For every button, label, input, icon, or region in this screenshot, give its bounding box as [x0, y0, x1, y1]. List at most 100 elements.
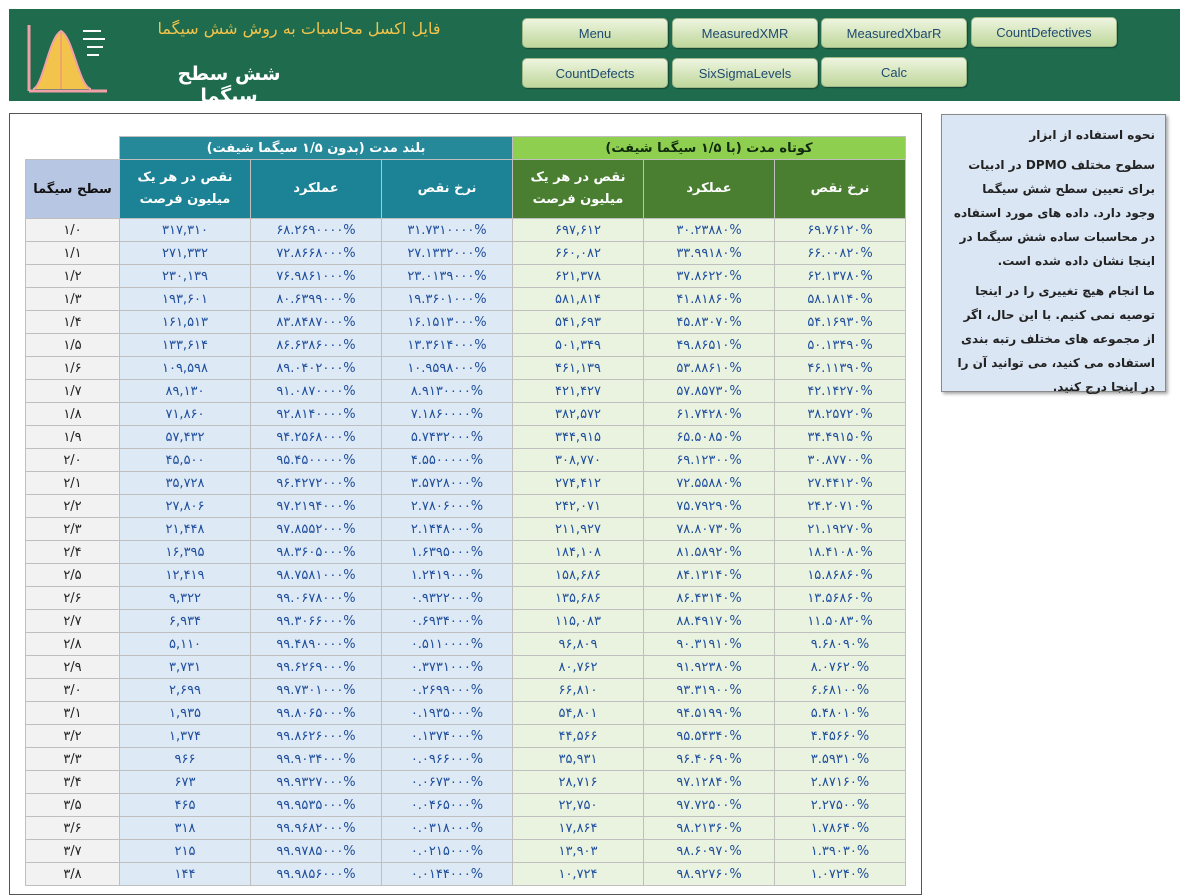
long-defect-rate-cell[interactable]: ۰.۱۹۳۵۰۰۰% — [381, 701, 513, 725]
short-performance-cell[interactable]: ۹۱.۹۲۳۸۰% — [643, 655, 775, 679]
long-defect-rate-cell[interactable]: ۱.۶۳۹۵۰۰۰% — [381, 540, 513, 564]
short-dpmo-cell[interactable]: ۲۸,۷۱۶ — [512, 770, 644, 794]
long-dpmo-cell[interactable]: ۶۷۳ — [119, 770, 251, 794]
short-performance-cell[interactable]: ۹۸.۲۱۳۶۰% — [643, 816, 775, 840]
short-defect-rate-cell[interactable]: ۴۶.۱۱۳۹۰% — [774, 356, 906, 380]
short-performance-cell[interactable]: ۷۲.۵۵۸۸۰% — [643, 471, 775, 495]
short-dpmo-cell[interactable]: ۳۵,۹۳۱ — [512, 747, 644, 771]
short-defect-rate-cell[interactable]: ۲۴.۲۰۷۱۰% — [774, 494, 906, 518]
sigma-level-cell[interactable]: ۲/۳ — [25, 517, 120, 541]
short-performance-cell[interactable]: ۹۶.۴۰۶۹۰% — [643, 747, 775, 771]
long-performance-cell[interactable]: ۸۹.۰۴۰۲۰۰۰% — [250, 356, 382, 380]
sigma-level-cell[interactable]: ۱/۶ — [25, 356, 120, 380]
long-dpmo-cell[interactable]: ۲۷,۸۰۶ — [119, 494, 251, 518]
short-defect-rate-cell[interactable]: ۳.۵۹۳۱۰% — [774, 747, 906, 771]
sigma-level-cell[interactable]: ۱/۴ — [25, 310, 120, 334]
long-dpmo-cell[interactable]: ۵۷,۴۳۲ — [119, 425, 251, 449]
long-dpmo-cell[interactable]: ۱,۹۳۵ — [119, 701, 251, 725]
short-dpmo-cell[interactable]: ۱۳۵,۶۸۶ — [512, 586, 644, 610]
short-dpmo-cell[interactable]: ۲۲,۷۵۰ — [512, 793, 644, 817]
count-defects-button[interactable]: CountDefects — [522, 58, 668, 88]
short-defect-rate-cell[interactable]: ۱.۰۷۲۴۰% — [774, 862, 906, 886]
short-performance-cell[interactable]: ۷۵.۷۹۲۹۰% — [643, 494, 775, 518]
long-performance-cell[interactable]: ۹۹.۳۰۶۶۰۰۰% — [250, 609, 382, 633]
long-dpmo-cell[interactable]: ۶,۹۳۴ — [119, 609, 251, 633]
long-performance-cell[interactable]: ۹۹.۹۶۸۲۰۰۰% — [250, 816, 382, 840]
sigma-level-cell[interactable]: ۱/۸ — [25, 402, 120, 426]
short-defect-rate-cell[interactable]: ۶۲.۱۳۷۸۰% — [774, 264, 906, 288]
short-defect-rate-cell[interactable]: ۱۸.۴۱۰۸۰% — [774, 540, 906, 564]
short-dpmo-cell[interactable]: ۲۱۱,۹۲۷ — [512, 517, 644, 541]
long-defect-rate-cell[interactable]: ۲.۷۸۰۶۰۰۰% — [381, 494, 513, 518]
long-defect-rate-cell[interactable]: ۰.۹۳۲۲۰۰۰% — [381, 586, 513, 610]
short-defect-rate-cell[interactable]: ۲.۸۷۱۶۰% — [774, 770, 906, 794]
long-defect-rate-cell[interactable]: ۱۰.۹۵۹۸۰۰۰% — [381, 356, 513, 380]
long-dpmo-cell[interactable]: ۱۴۴ — [119, 862, 251, 886]
long-dpmo-cell[interactable]: ۲۳۰,۱۳۹ — [119, 264, 251, 288]
count-defectives-button[interactable]: CountDefectives — [971, 17, 1117, 47]
long-performance-cell[interactable]: ۶۸.۲۶۹۰۰۰۰% — [250, 218, 382, 242]
short-dpmo-cell[interactable]: ۶۹۷,۶۱۲ — [512, 218, 644, 242]
short-performance-cell[interactable]: ۶۹.۱۲۳۰۰% — [643, 448, 775, 472]
sigma-level-cell[interactable]: ۲/۰ — [25, 448, 120, 472]
sigma-level-cell[interactable]: ۲/۵ — [25, 563, 120, 587]
short-performance-cell[interactable]: ۵۳.۸۸۶۱۰% — [643, 356, 775, 380]
long-defect-rate-cell[interactable]: ۰.۰۴۶۵۰۰۰% — [381, 793, 513, 817]
sigma-level-cell[interactable]: ۲/۴ — [25, 540, 120, 564]
sigma-level-cell[interactable]: ۳/۱ — [25, 701, 120, 725]
long-defect-rate-cell[interactable]: ۰.۲۶۹۹۰۰۰% — [381, 678, 513, 702]
short-performance-cell[interactable]: ۳۷.۸۶۲۲۰% — [643, 264, 775, 288]
short-dpmo-cell[interactable]: ۴۴,۵۶۶ — [512, 724, 644, 748]
long-performance-cell[interactable]: ۹۹.۰۶۷۸۰۰۰% — [250, 586, 382, 610]
long-dpmo-cell[interactable]: ۱۶۱,۵۱۳ — [119, 310, 251, 334]
long-defect-rate-cell[interactable]: ۰.۳۷۳۱۰۰۰% — [381, 655, 513, 679]
long-performance-cell[interactable]: ۹۸.۷۵۸۱۰۰۰% — [250, 563, 382, 587]
short-performance-cell[interactable]: ۸۸.۴۹۱۷۰% — [643, 609, 775, 633]
short-dpmo-cell[interactable]: ۵۴,۸۰۱ — [512, 701, 644, 725]
six-sigma-levels-button[interactable]: SixSigmaLevels — [672, 58, 818, 88]
short-defect-rate-cell[interactable]: ۲۱.۱۹۲۷۰% — [774, 517, 906, 541]
short-performance-cell[interactable]: ۹۴.۵۱۹۹۰% — [643, 701, 775, 725]
sigma-level-cell[interactable]: ۳/۴ — [25, 770, 120, 794]
short-dpmo-cell[interactable]: ۶۶۰,۰۸۲ — [512, 241, 644, 265]
short-defect-rate-cell[interactable]: ۱۱.۵۰۸۳۰% — [774, 609, 906, 633]
short-dpmo-cell[interactable]: ۹۶,۸۰۹ — [512, 632, 644, 656]
long-performance-cell[interactable]: ۹۹.۹۵۳۵۰۰۰% — [250, 793, 382, 817]
short-defect-rate-cell[interactable]: ۳۴.۴۹۱۵۰% — [774, 425, 906, 449]
short-defect-rate-cell[interactable]: ۶.۶۸۱۰۰% — [774, 678, 906, 702]
long-dpmo-cell[interactable]: ۱۰۹,۵۹۸ — [119, 356, 251, 380]
short-performance-cell[interactable]: ۹۸.۶۰۹۷۰% — [643, 839, 775, 863]
short-defect-rate-cell[interactable]: ۶۹.۷۶۱۲۰% — [774, 218, 906, 242]
short-performance-cell[interactable]: ۶۵.۵۰۸۵۰% — [643, 425, 775, 449]
short-performance-cell[interactable]: ۸۴.۱۳۱۴۰% — [643, 563, 775, 587]
long-defect-rate-cell[interactable]: ۵.۷۴۳۲۰۰۰% — [381, 425, 513, 449]
long-defect-rate-cell[interactable]: ۴.۵۵۰۰۰۰۰% — [381, 448, 513, 472]
short-defect-rate-cell[interactable]: ۳۸.۲۵۷۲۰% — [774, 402, 906, 426]
measured-xmr-button[interactable]: MeasuredXMR — [672, 18, 818, 48]
sigma-level-cell[interactable]: ۲/۷ — [25, 609, 120, 633]
short-performance-cell[interactable]: ۹۸.۹۲۷۶۰% — [643, 862, 775, 886]
long-dpmo-cell[interactable]: ۵,۱۱۰ — [119, 632, 251, 656]
long-dpmo-cell[interactable]: ۲,۶۹۹ — [119, 678, 251, 702]
long-dpmo-cell[interactable]: ۱۹۳,۶۰۱ — [119, 287, 251, 311]
calc-button[interactable]: Calc — [821, 57, 967, 87]
short-defect-rate-cell[interactable]: ۴.۴۵۶۶۰% — [774, 724, 906, 748]
sigma-level-cell[interactable]: ۲/۲ — [25, 494, 120, 518]
short-performance-cell[interactable]: ۹۵.۵۴۳۴۰% — [643, 724, 775, 748]
long-performance-cell[interactable]: ۹۷.۸۵۵۲۰۰۰% — [250, 517, 382, 541]
short-defect-rate-cell[interactable]: ۴۲.۱۴۲۷۰% — [774, 379, 906, 403]
short-defect-rate-cell[interactable]: ۱۵.۸۶۸۶۰% — [774, 563, 906, 587]
long-defect-rate-cell[interactable]: ۷.۱۸۶۰۰۰۰% — [381, 402, 513, 426]
long-performance-cell[interactable]: ۹۹.۹۸۵۶۰۰۰% — [250, 862, 382, 886]
menu-button[interactable]: Menu — [522, 18, 668, 48]
long-defect-rate-cell[interactable]: ۲۷.۱۳۳۲۰۰۰% — [381, 241, 513, 265]
short-dpmo-cell[interactable]: ۳۰۸,۷۷۰ — [512, 448, 644, 472]
long-performance-cell[interactable]: ۸۰.۶۳۹۹۰۰۰% — [250, 287, 382, 311]
long-dpmo-cell[interactable]: ۳۵,۷۲۸ — [119, 471, 251, 495]
long-dpmo-cell[interactable]: ۳۱۷,۳۱۰ — [119, 218, 251, 242]
short-dpmo-cell[interactable]: ۶۶,۸۱۰ — [512, 678, 644, 702]
sigma-level-cell[interactable]: ۱/۰ — [25, 218, 120, 242]
sigma-level-cell[interactable]: ۳/۸ — [25, 862, 120, 886]
short-dpmo-cell[interactable]: ۱۰,۷۲۴ — [512, 862, 644, 886]
short-performance-cell[interactable]: ۴۹.۸۶۵۱۰% — [643, 333, 775, 357]
